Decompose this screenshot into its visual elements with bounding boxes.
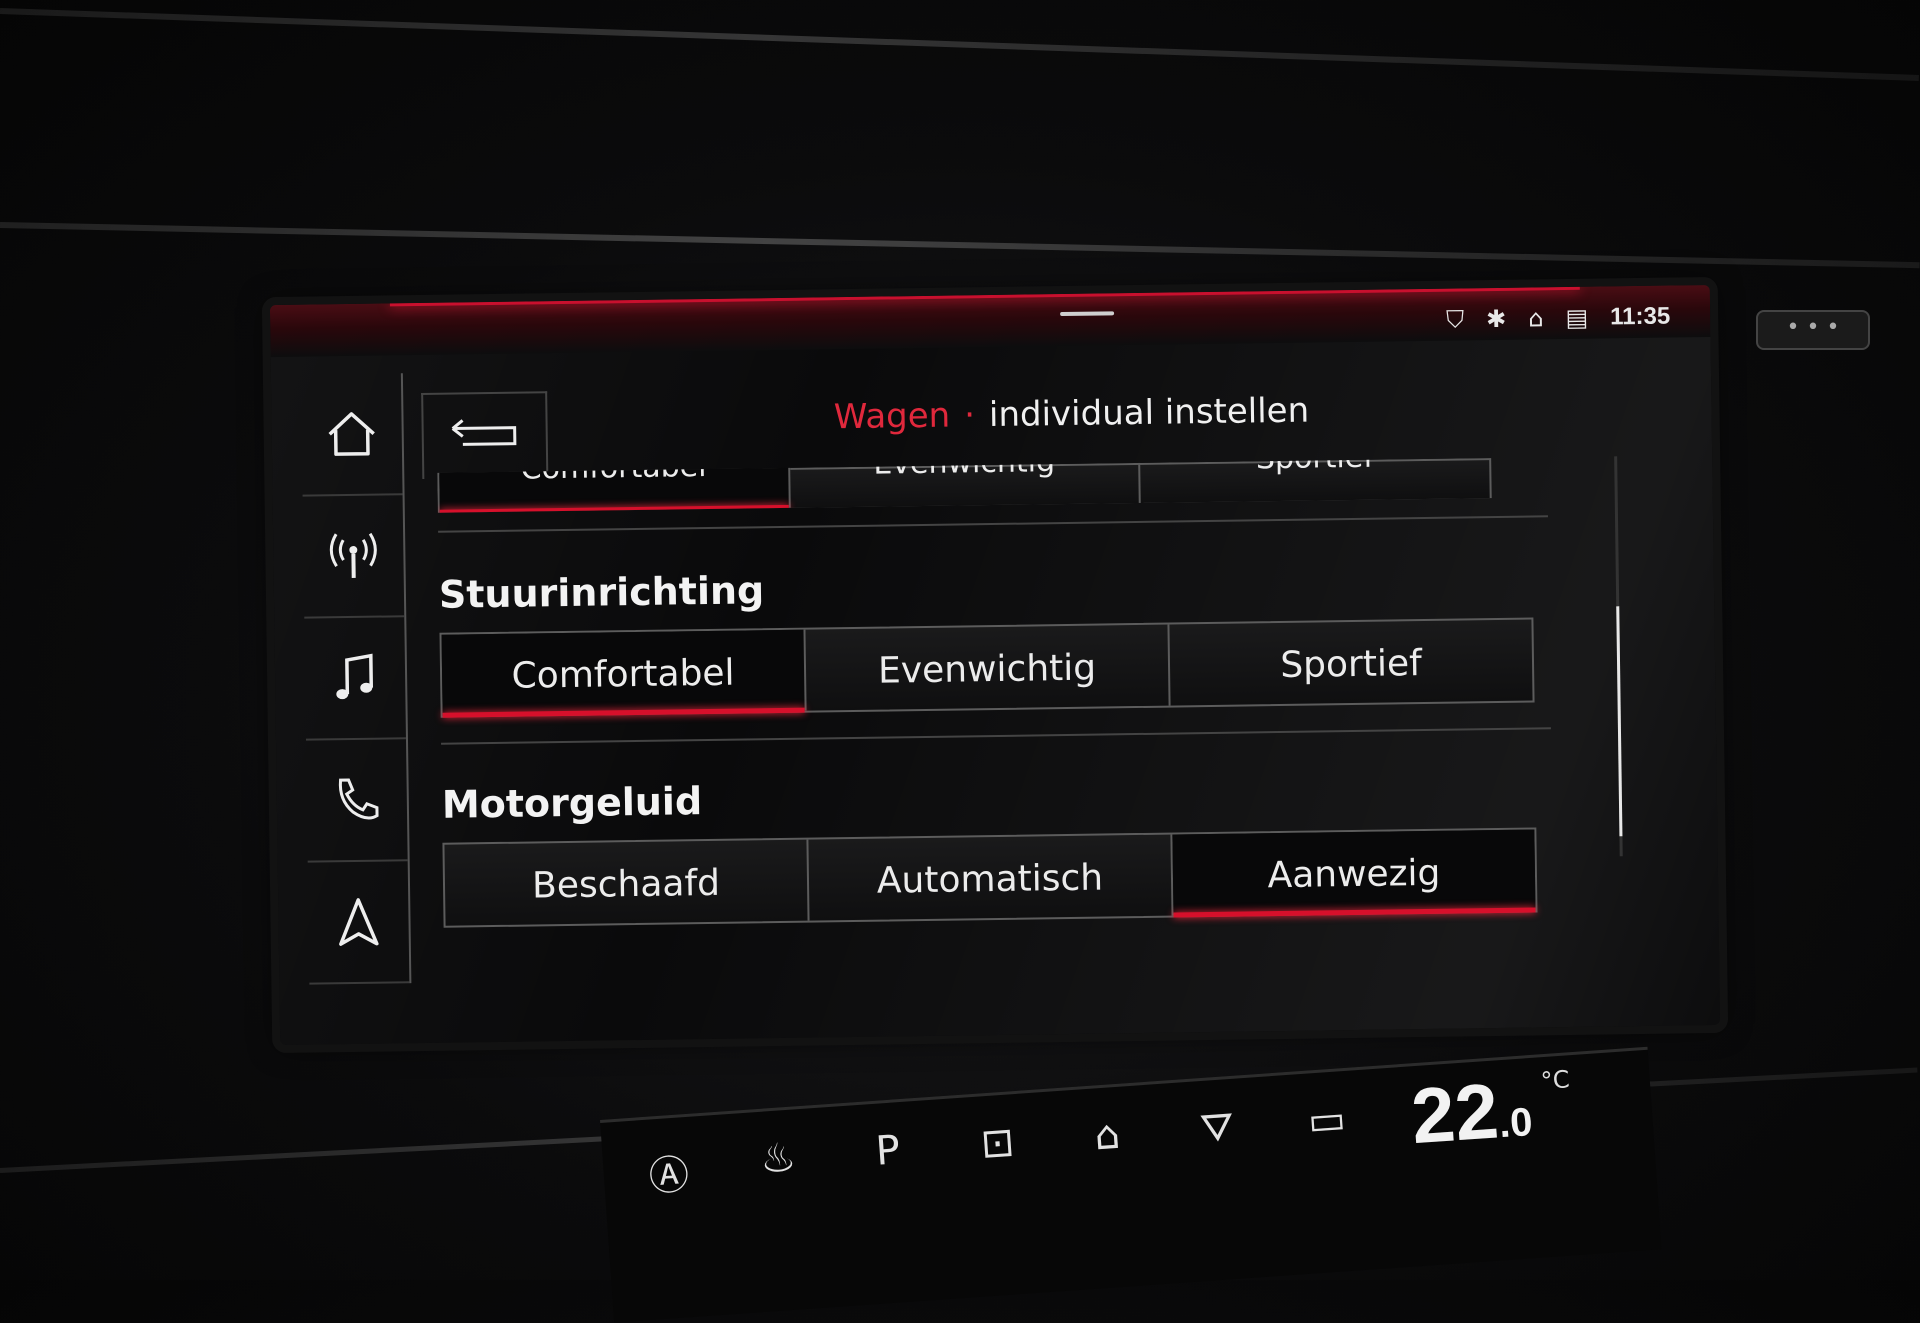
location-shield-icon: ⛉ <box>1445 305 1465 334</box>
music-icon <box>336 653 374 700</box>
dashboard-trim-top <box>0 8 1919 82</box>
scrollbar[interactable] <box>1614 456 1623 857</box>
defrost-icon[interactable]: ▭ <box>1290 1095 1364 1158</box>
current-page: individual instellen <box>988 390 1310 436</box>
park-assist-icon[interactable]: ⊡ <box>961 1118 1035 1181</box>
seat-heat-icon[interactable]: ♨ <box>742 1133 816 1196</box>
temperature-unit: °C <box>1539 1065 1571 1096</box>
hazard-button[interactable]: • • • <box>1756 310 1870 350</box>
option-automatisch[interactable]: Automatisch <box>808 834 1174 921</box>
option-sportief[interactable]: Sportief <box>1169 620 1532 706</box>
phone-icon <box>338 778 379 820</box>
temperature-display[interactable]: 22.0 <box>1408 1063 1534 1162</box>
auto-climate-icon[interactable]: Ⓐ <box>632 1141 706 1204</box>
parking-icon[interactable]: P <box>851 1126 925 1189</box>
home-climate-icon[interactable]: ⌂ <box>1071 1110 1145 1173</box>
nav-music[interactable] <box>304 617 406 741</box>
option-sportief-partial[interactable]: Sportief <box>1140 458 1489 503</box>
motorgeluid-options: Beschaafd Automatisch Aanwezig <box>442 827 1538 928</box>
home-icon <box>328 412 375 456</box>
clock: 11:35 <box>1609 302 1671 331</box>
temperature-decimal: .0 <box>1497 1100 1534 1147</box>
option-evenwichtig-partial[interactable]: Evenwichtig <box>789 457 1142 508</box>
section-title-motorgeluid: Motorgeluid <box>441 779 703 827</box>
radio-icon <box>329 532 377 578</box>
page-title: Wagen · individual instellen <box>571 387 1571 441</box>
nav-navigation[interactable] <box>307 861 410 985</box>
nav-phone[interactable] <box>305 739 408 863</box>
settings-list[interactable]: Comfortabel Evenwichtig Sportief Stuurin… <box>437 457 1551 928</box>
option-comfortabel[interactable]: Comfortabel <box>441 629 807 716</box>
navigation-icon <box>339 898 379 946</box>
breadcrumb-separator: · <box>963 395 976 436</box>
pull-down-handle[interactable] <box>1060 311 1115 317</box>
user-profile-icon: ⌂ <box>1528 304 1544 333</box>
option-aanwezig[interactable]: Aanwezig <box>1172 829 1536 916</box>
nav-radio[interactable] <box>302 495 405 619</box>
climate-panel: Ⓐ ♨ P ⊡ ⌂ ⛛ ▭ 22.0 °C <box>600 1046 1662 1323</box>
back-button[interactable] <box>421 391 549 479</box>
section-title-stuurinrichting: Stuurinrichting <box>438 568 765 617</box>
nav-home[interactable] <box>300 373 403 497</box>
infotainment-screen: ⛉ ✱ ⌂ ▤ 11:35 Wagen · individual instellen <box>269 284 1721 1046</box>
rear-defrost-off-icon[interactable]: ⛛ <box>1181 1103 1255 1166</box>
back-arrow-icon <box>451 419 517 446</box>
option-evenwichtig[interactable]: Evenwichtig <box>805 624 1171 711</box>
option-beschaafd[interactable]: Beschaafd <box>444 839 810 926</box>
lte-signal-icon: ▤ <box>1565 303 1589 332</box>
bluetooth-icon: ✱ <box>1485 304 1507 334</box>
status-bar: ⛉ ✱ ⌂ ▤ 11:35 <box>269 284 1711 358</box>
divider <box>438 515 1548 533</box>
breadcrumb[interactable]: Wagen <box>834 396 951 438</box>
divider <box>441 727 1551 745</box>
accent-line <box>389 286 1580 307</box>
temperature-value: 22 <box>1408 1066 1502 1161</box>
left-nav <box>300 373 412 985</box>
stuurinrichting-options: Comfortabel Evenwichtig Sportief <box>439 617 1535 718</box>
partial-option-row: Comfortabel Evenwichtig Sportief <box>437 457 1497 513</box>
scrollbar-thumb[interactable] <box>1616 606 1623 837</box>
dashboard-trim-middle <box>0 222 1920 269</box>
